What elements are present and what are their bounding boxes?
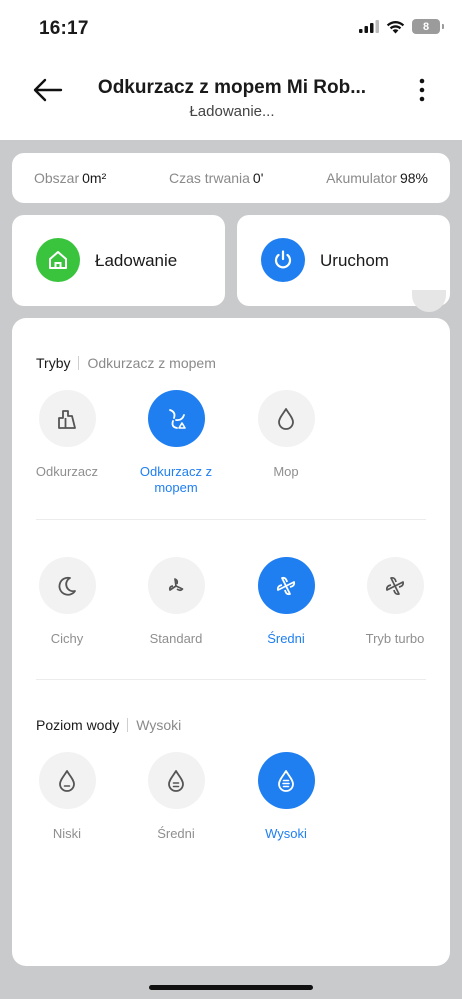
water-high-icon — [257, 752, 315, 809]
water-label: Wysoki — [265, 826, 307, 841]
page-subtitle: Ładowanie... — [189, 103, 275, 120]
signal-icon — [359, 20, 379, 33]
fan-icon — [257, 557, 315, 614]
mode-option-vacuum[interactable]: Odkurzacz — [12, 390, 122, 480]
hidden-control-peek — [412, 290, 446, 312]
water-low-icon — [38, 752, 96, 809]
stat-area: Obszar 0m² — [34, 170, 106, 186]
water-medium-icon — [147, 752, 205, 809]
page-title: Odkurzacz z mopem Mi Rob... — [97, 77, 367, 98]
fan-icon — [147, 557, 205, 614]
power-icon — [261, 238, 305, 282]
suction-option-medium[interactable]: Średni — [231, 557, 341, 647]
fan-turbo-icon — [366, 557, 424, 614]
modes-title: Tryby — [36, 355, 71, 371]
suction-option-standard[interactable]: Standard — [121, 557, 231, 647]
modes-value: Odkurzacz z mopem — [87, 355, 216, 371]
charge-label: Ładowanie — [95, 251, 178, 270]
section-divider — [36, 519, 426, 520]
stat-battery: Akumulator 98% — [326, 170, 428, 186]
mode-label: Odkurzacz z mopem — [139, 464, 213, 495]
stat-battery-value: 98% — [399, 170, 428, 186]
mode-label: Odkurzacz — [35, 464, 99, 479]
suction-label: Tryb turbo — [365, 631, 425, 646]
vacuum-mop-icon — [147, 390, 205, 447]
water-label: Niski — [52, 826, 82, 841]
stat-duration-value: 0' — [252, 170, 264, 186]
suction-label: Średni — [267, 631, 305, 646]
more-menu-icon[interactable] — [412, 76, 432, 104]
water-level-title: Poziom wody — [36, 717, 120, 733]
home-indicator[interactable] — [149, 985, 313, 990]
suction-option-quiet[interactable]: Cichy — [12, 557, 122, 647]
wifi-icon — [386, 20, 405, 33]
water-level-value: Wysoki — [136, 717, 182, 733]
water-label: Średni — [157, 826, 195, 841]
home-icon — [36, 238, 80, 282]
water-option-medium[interactable]: Średni — [121, 752, 231, 842]
app-header: Odkurzacz z mopem Mi Rob... Ładowanie... — [0, 60, 462, 140]
stat-battery-label: Akumulator — [326, 170, 397, 186]
mode-option-vacuum-mop[interactable]: Odkurzacz z mopem — [121, 390, 231, 496]
water-option-low[interactable]: Niski — [12, 752, 122, 842]
modes-header: Tryby Odkurzacz z mopem — [36, 355, 216, 371]
settings-panel: Tryby Odkurzacz z mopem Odkurzacz Odkurza… — [12, 318, 450, 966]
stat-duration-label: Czas trwania — [169, 170, 250, 186]
stats-card: Obszar 0m² Czas trwania 0' Akumulator 98% — [12, 153, 450, 203]
suction-option-turbo[interactable]: Tryb turbo — [340, 557, 450, 647]
mode-option-mop[interactable]: Mop — [231, 390, 341, 480]
suction-label: Standard — [149, 631, 203, 646]
suction-label: Cichy — [50, 631, 84, 646]
charge-button[interactable]: Ładowanie — [12, 215, 225, 306]
moon-icon — [38, 557, 96, 614]
stat-area-label: Obszar — [34, 170, 80, 186]
battery-icon: 8 — [412, 19, 444, 34]
section-divider — [36, 679, 426, 680]
stat-duration: Czas trwania 0' — [169, 170, 263, 186]
vacuum-icon — [38, 390, 96, 447]
status-time: 16:17 — [39, 18, 89, 39]
stat-area-value: 0m² — [82, 170, 107, 186]
start-label: Uruchom — [320, 251, 389, 270]
status-icons: 8 — [359, 19, 444, 34]
water-drop-icon — [257, 390, 315, 447]
status-bar: 16:17 8 — [0, 0, 462, 60]
back-arrow-icon[interactable] — [30, 76, 66, 104]
water-level-header: Poziom wody Wysoki — [36, 717, 181, 733]
water-option-high[interactable]: Wysoki — [231, 752, 341, 842]
mode-label: Mop — [273, 464, 299, 479]
